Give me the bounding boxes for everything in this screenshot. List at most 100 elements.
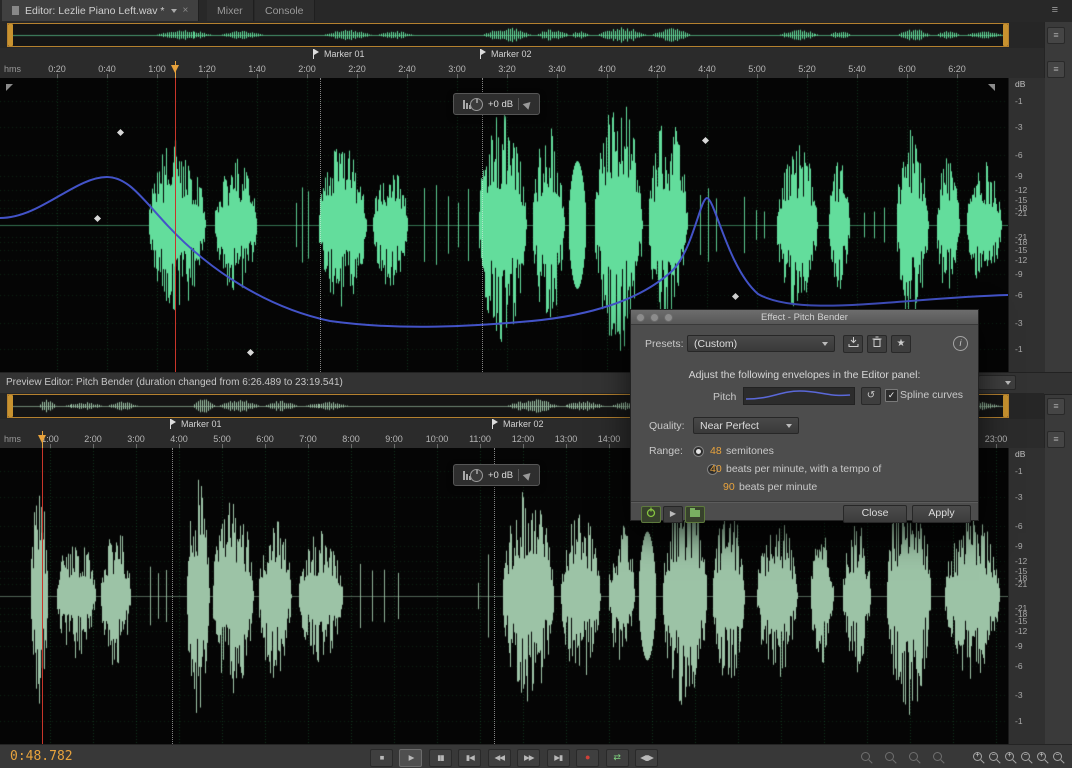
gain-knob[interactable] (470, 98, 483, 111)
db-scale-label: -1 (1015, 716, 1023, 726)
zoom-reset-button[interactable] (932, 750, 946, 764)
range-handle-left[interactable] (8, 24, 13, 46)
scrub-button[interactable]: ◀▮▶ (635, 749, 658, 767)
fast-forward-button[interactable]: ▶▶ (517, 749, 540, 767)
preview-editor-button[interactable] (685, 506, 705, 523)
db-scale-label: -12 (1015, 626, 1027, 636)
db-scale-top: dB-1-1-3-3-6-6-9-9-12-12-15-15-18-18-21-… (1008, 78, 1045, 372)
range-handle-right[interactable] (1003, 24, 1008, 46)
audition-app-window: Editor: Lezlie Piano Left.wav * × Mixer … (0, 0, 1072, 768)
zoom-to-selection-button[interactable] (908, 750, 922, 764)
skip-to-start-button[interactable]: ▮◀ (458, 749, 481, 767)
effect-power-toggle[interactable] (641, 506, 661, 523)
zoom-in-vertical-button[interactable]: + (1036, 750, 1050, 764)
time-unit-label: hms (4, 434, 21, 444)
save-preset-button[interactable] (843, 335, 863, 353)
info-icon[interactable]: i (953, 336, 968, 351)
level-popup-bottom[interactable]: +0 dB (453, 464, 540, 486)
level-popup-top[interactable]: +0 dB (453, 93, 540, 115)
record-button[interactable]: ● (576, 749, 599, 767)
semitones-value[interactable]: 48 (710, 445, 722, 457)
pause-button[interactable]: ▮▮ (429, 749, 452, 767)
zoom-to-out-point-button[interactable] (884, 750, 898, 764)
magnifier-icon (861, 752, 870, 761)
pin-icon[interactable] (523, 99, 534, 110)
dialog-instruction: Adjust the following envelopes in the Ed… (631, 369, 978, 381)
quality-label: Quality: (649, 420, 685, 432)
marker-02[interactable]: Marker 02 (492, 419, 544, 429)
rewind-button[interactable]: ◀◀ (488, 749, 511, 767)
bpm-value[interactable]: 40 (710, 463, 722, 475)
quality-value: Near Perfect (700, 420, 759, 432)
overview-navigator-top[interactable] (0, 22, 1044, 49)
db-scale-label: -6 (1015, 290, 1023, 300)
ruler-options-button-top[interactable]: ≡ (1047, 61, 1065, 78)
preview-editor-text: Preview Editor: Pitch Bender (duration c… (6, 377, 343, 388)
range-handle-left[interactable] (8, 395, 13, 417)
view-range-box-top[interactable] (7, 23, 1009, 47)
loop-playback-button[interactable]: ⇄ (606, 749, 629, 767)
ruler-tick: 11:00 (469, 434, 491, 444)
marker-01[interactable]: Marker 01 (170, 419, 222, 429)
overview-panel-menu-button-bottom[interactable]: ≡ (1047, 398, 1065, 415)
tab-console[interactable]: Console (255, 0, 315, 21)
zoom-in-button[interactable]: + (972, 750, 986, 764)
zoom-in-horizontal-button[interactable]: + (1004, 750, 1018, 764)
caret-down-icon[interactable] (171, 9, 177, 13)
db-scale-header: dB (1015, 79, 1025, 89)
db-scale-label: -21 (1015, 232, 1027, 242)
ruler-tick: 12:00 (512, 434, 535, 444)
marker-02-label: Marker 02 (491, 49, 532, 59)
overview-panel-menu-button-top[interactable]: ≡ (1047, 27, 1065, 44)
marker-01[interactable]: Marker 01 (313, 49, 365, 59)
ruler-tick: 0:20 (48, 64, 66, 74)
playhead-handle-top[interactable] (171, 65, 179, 73)
preview-play-button[interactable]: ▶ (663, 506, 683, 523)
corner-grip-left[interactable] (6, 84, 13, 91)
ruler-options-button-bottom[interactable]: ≡ (1047, 431, 1065, 448)
zoom-out-vertical-button[interactable]: − (1052, 750, 1066, 764)
playhead-handle-bottom[interactable] (38, 435, 46, 443)
close-button[interactable]: Close (843, 505, 907, 523)
pitch-curve-thumbnail[interactable] (743, 387, 855, 405)
quality-dropdown[interactable]: Near Perfect (693, 417, 799, 434)
ruler-tick: 4:00 (170, 434, 188, 444)
caret-down-icon (786, 424, 792, 428)
semitones-radio[interactable] (693, 446, 704, 457)
pin-icon[interactable] (523, 470, 534, 481)
favorite-button[interactable]: ★ (891, 335, 911, 353)
corner-grip-right[interactable] (988, 84, 995, 91)
zoom-out-horizontal-button[interactable]: − (1020, 750, 1034, 764)
tab-close-icon[interactable]: × (183, 6, 189, 16)
zoom-out-button[interactable]: − (988, 750, 1002, 764)
apply-button[interactable]: Apply (912, 505, 971, 523)
spline-curves-checkbox[interactable]: ✓ (885, 389, 898, 402)
play-button[interactable]: ▶ (399, 749, 422, 767)
delete-preset-button[interactable] (867, 335, 887, 353)
timeline-ruler-top[interactable]: hms 0:200:401:001:201:402:002:202:403:00… (0, 61, 1044, 79)
range-handle-right[interactable] (1003, 395, 1008, 417)
gain-knob[interactable] (470, 469, 483, 482)
preview-options-dropdown[interactable] (978, 375, 1016, 390)
marker-02-label: Marker 02 (503, 419, 544, 429)
ruler-tick: 7:00 (299, 434, 317, 444)
marker-line (172, 448, 173, 744)
ruler-tick: 5:00 (213, 434, 231, 444)
tempo-value[interactable]: 90 (723, 481, 735, 493)
zoom-to-in-point-button[interactable] (860, 750, 874, 764)
skip-to-end-button[interactable]: ▶▮ (547, 749, 570, 767)
transport-bar: 0:48.782 ■ ▶ ▮▮ ▮◀ ◀◀ ▶▶ ▶▮ ● ⇄ ◀▮▶ + − … (0, 744, 1072, 768)
tab-mixer[interactable]: Mixer (207, 0, 254, 21)
ruler-tick: 8:00 (342, 434, 360, 444)
time-display[interactable]: 0:48.782 (10, 749, 73, 764)
tab-editor[interactable]: Editor: Lezlie Piano Left.wav * × (2, 0, 199, 21)
ruler-tick: 10:00 (426, 434, 449, 444)
dialog-titlebar[interactable]: Effect - Pitch Bender (631, 310, 978, 325)
reset-envelope-button[interactable]: ↺ (861, 387, 881, 405)
presets-dropdown[interactable]: (Custom) (687, 335, 835, 352)
panel-menu-icon[interactable]: ≡ (1052, 4, 1058, 16)
db-scale-label: -6 (1015, 661, 1023, 671)
marker-02[interactable]: Marker 02 (480, 49, 532, 59)
stop-button[interactable]: ■ (370, 749, 393, 767)
marker-flag-icon (170, 419, 178, 429)
